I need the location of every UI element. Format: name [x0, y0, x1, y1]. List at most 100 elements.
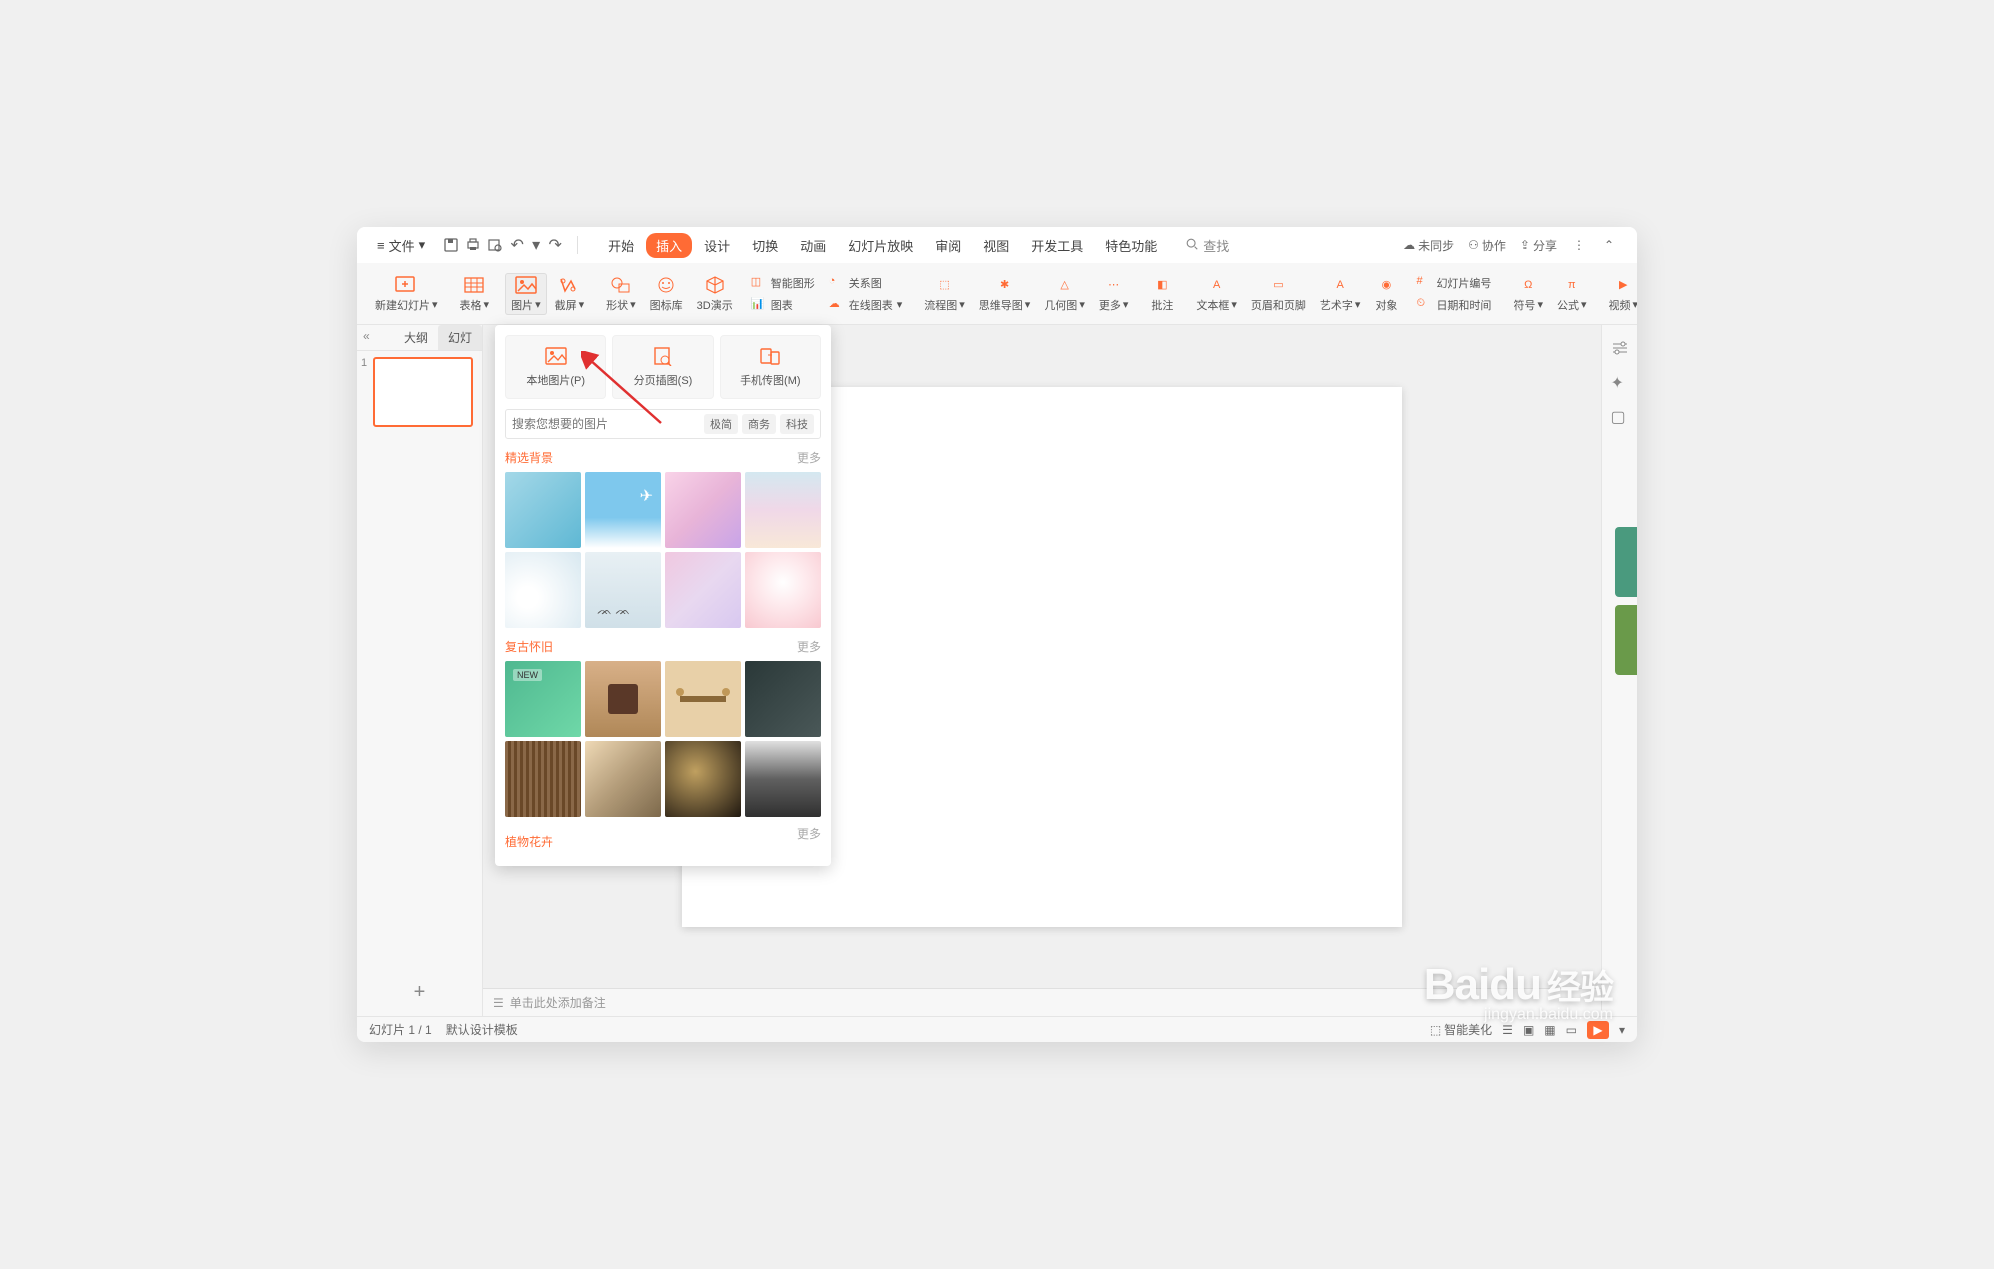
chip-business[interactable]: 商务: [742, 414, 776, 434]
menu-icon[interactable]: ☰: [1502, 1023, 1513, 1037]
bg-thumb[interactable]: [585, 741, 661, 817]
table-button[interactable]: 表格 ▾: [454, 273, 496, 315]
shape-button[interactable]: 形状 ▾: [600, 273, 642, 315]
bg-thumb[interactable]: [745, 661, 821, 737]
comment-button[interactable]: ◧批注: [1144, 273, 1180, 315]
layout-icon[interactable]: ▢: [1611, 407, 1629, 425]
tab-animation[interactable]: 动画: [790, 232, 836, 259]
bg-thumb[interactable]: [745, 552, 821, 628]
bg-thumb[interactable]: [745, 472, 821, 548]
datetime-button[interactable]: ⏲日期和时间: [1410, 295, 1497, 315]
tab-review[interactable]: 审阅: [925, 232, 971, 259]
tab-view[interactable]: 视图: [973, 232, 1019, 259]
bg-thumb[interactable]: ᨏ ᨏ: [585, 552, 661, 628]
bg-thumb[interactable]: [665, 552, 741, 628]
chart-button[interactable]: 📊图表: [745, 295, 821, 315]
bg-thumb[interactable]: [585, 661, 661, 737]
flow-icon: ⬚: [933, 275, 957, 295]
headerfooter-button[interactable]: ▭页眉和页脚: [1245, 273, 1312, 315]
magic-icon[interactable]: ✦: [1611, 373, 1629, 391]
save-icon[interactable]: [443, 237, 459, 253]
print-preview-icon[interactable]: [487, 237, 503, 253]
sorter-view-icon[interactable]: ▦: [1544, 1023, 1555, 1037]
textbox-button[interactable]: A文本框 ▾: [1190, 273, 1243, 315]
tab-insert[interactable]: 插入: [646, 233, 692, 258]
bg-thumb[interactable]: [745, 741, 821, 817]
new-slide-button[interactable]: 新建幻灯片 ▾: [369, 273, 444, 315]
chevron-down-icon: ▾: [419, 237, 426, 253]
bg-thumb[interactable]: [505, 472, 581, 548]
bg-thumb[interactable]: [665, 661, 741, 737]
tab-special[interactable]: 特色功能: [1095, 232, 1167, 259]
page-illustration-button[interactable]: 分页插图(S): [612, 335, 713, 399]
tab-slideshow[interactable]: 幻灯片放映: [838, 232, 923, 259]
screenshot-button[interactable]: 截屏 ▾: [549, 273, 591, 315]
bg-thumb[interactable]: ✈: [585, 472, 661, 548]
reading-view-icon[interactable]: ▭: [1566, 1023, 1577, 1037]
add-slide-button[interactable]: +: [357, 969, 482, 1016]
file-menu[interactable]: ≡ 文件 ▾: [369, 234, 433, 257]
chevron-down-icon[interactable]: ▾: [1619, 1023, 1625, 1037]
bg-thumb[interactable]: [665, 472, 741, 548]
slides-tab[interactable]: 幻灯: [438, 325, 482, 350]
beautify-button[interactable]: ⬚智能美化: [1430, 1021, 1492, 1038]
local-image-button[interactable]: 本地图片(P): [505, 335, 606, 399]
bg-thumb[interactable]: [505, 552, 581, 628]
collapse-ribbon-icon[interactable]: ⌃: [1601, 237, 1617, 253]
iconlib-button[interactable]: 图标库: [644, 273, 689, 315]
search-input[interactable]: [512, 417, 700, 431]
slideshow-button[interactable]: ▶: [1587, 1021, 1609, 1039]
image-search[interactable]: 极简 商务 科技: [505, 409, 821, 439]
undo-icon[interactable]: ↶: [509, 237, 525, 253]
tab-dev[interactable]: 开发工具: [1021, 232, 1093, 259]
mindmap-button[interactable]: ✱思维导图 ▾: [973, 273, 1037, 315]
chip-tech[interactable]: 科技: [780, 414, 814, 434]
image-button[interactable]: 图片 ▾: [505, 273, 547, 315]
date-icon: ⏲: [1416, 297, 1432, 313]
outline-tab[interactable]: 大纲: [394, 325, 438, 350]
smartart-button[interactable]: ◫智能图形: [745, 273, 821, 293]
phone-upload-button[interactable]: 手机传图(M): [720, 335, 821, 399]
video-button[interactable]: ▶视频 ▾: [1603, 273, 1638, 315]
more-link[interactable]: 更多: [797, 638, 821, 655]
tab-start[interactable]: 开始: [598, 232, 644, 259]
3d-button[interactable]: 3D演示: [691, 273, 739, 315]
chip-minimal[interactable]: 极简: [704, 414, 738, 434]
normal-view-icon[interactable]: ▣: [1523, 1023, 1534, 1037]
side-tab-1[interactable]: [1615, 527, 1637, 597]
slide-thumbnail-1[interactable]: 1: [363, 357, 476, 427]
search-group[interactable]: 查找: [1175, 236, 1239, 255]
onlinechart-button[interactable]: ☁在线图表 ▾: [823, 295, 909, 315]
panel-collapse-icon[interactable]: «: [363, 329, 370, 343]
more-link[interactable]: 更多: [797, 449, 821, 466]
bg-thumb[interactable]: [665, 741, 741, 817]
bg-thumb[interactable]: NEW: [505, 661, 581, 737]
wordart-button[interactable]: A艺术字 ▾: [1314, 273, 1367, 315]
more-link[interactable]: 更多: [797, 825, 821, 850]
tab-design[interactable]: 设计: [694, 232, 740, 259]
bg-thumb[interactable]: [505, 741, 581, 817]
print-icon[interactable]: [465, 237, 481, 253]
symbol-button[interactable]: Ω符号 ▾: [1507, 273, 1549, 315]
image-icon: [514, 275, 538, 295]
sync-status[interactable]: ☁ 未同步: [1403, 237, 1454, 254]
redo-icon[interactable]: ↷: [547, 237, 563, 253]
object-button[interactable]: ◉对象: [1368, 273, 1404, 315]
slidenum-button[interactable]: #幻灯片编号: [1410, 273, 1497, 293]
share-button[interactable]: ⇪ 分享: [1520, 237, 1557, 254]
side-tab-2[interactable]: [1615, 605, 1637, 675]
flow-button[interactable]: ⬚流程图 ▾: [918, 273, 971, 315]
more-icon[interactable]: ⋮: [1571, 237, 1587, 253]
relation-button[interactable]: ◔关系图: [823, 273, 909, 293]
more-button[interactable]: ⋯更多 ▾: [1093, 273, 1135, 315]
headerfooter-icon: ▭: [1266, 275, 1290, 295]
equation-button[interactable]: π公式 ▾: [1551, 273, 1593, 315]
screenshot-icon: [557, 275, 581, 295]
chevron-down-icon[interactable]: ▾: [531, 237, 541, 253]
cube-icon: [703, 275, 727, 295]
geometry-button[interactable]: △几何图 ▾: [1038, 273, 1091, 315]
notes-bar[interactable]: ☰ 单击此处添加备注: [483, 988, 1601, 1016]
coop-button[interactable]: ⚇ 协作: [1468, 237, 1506, 254]
tab-transition[interactable]: 切换: [742, 232, 788, 259]
settings-icon[interactable]: [1611, 339, 1629, 357]
